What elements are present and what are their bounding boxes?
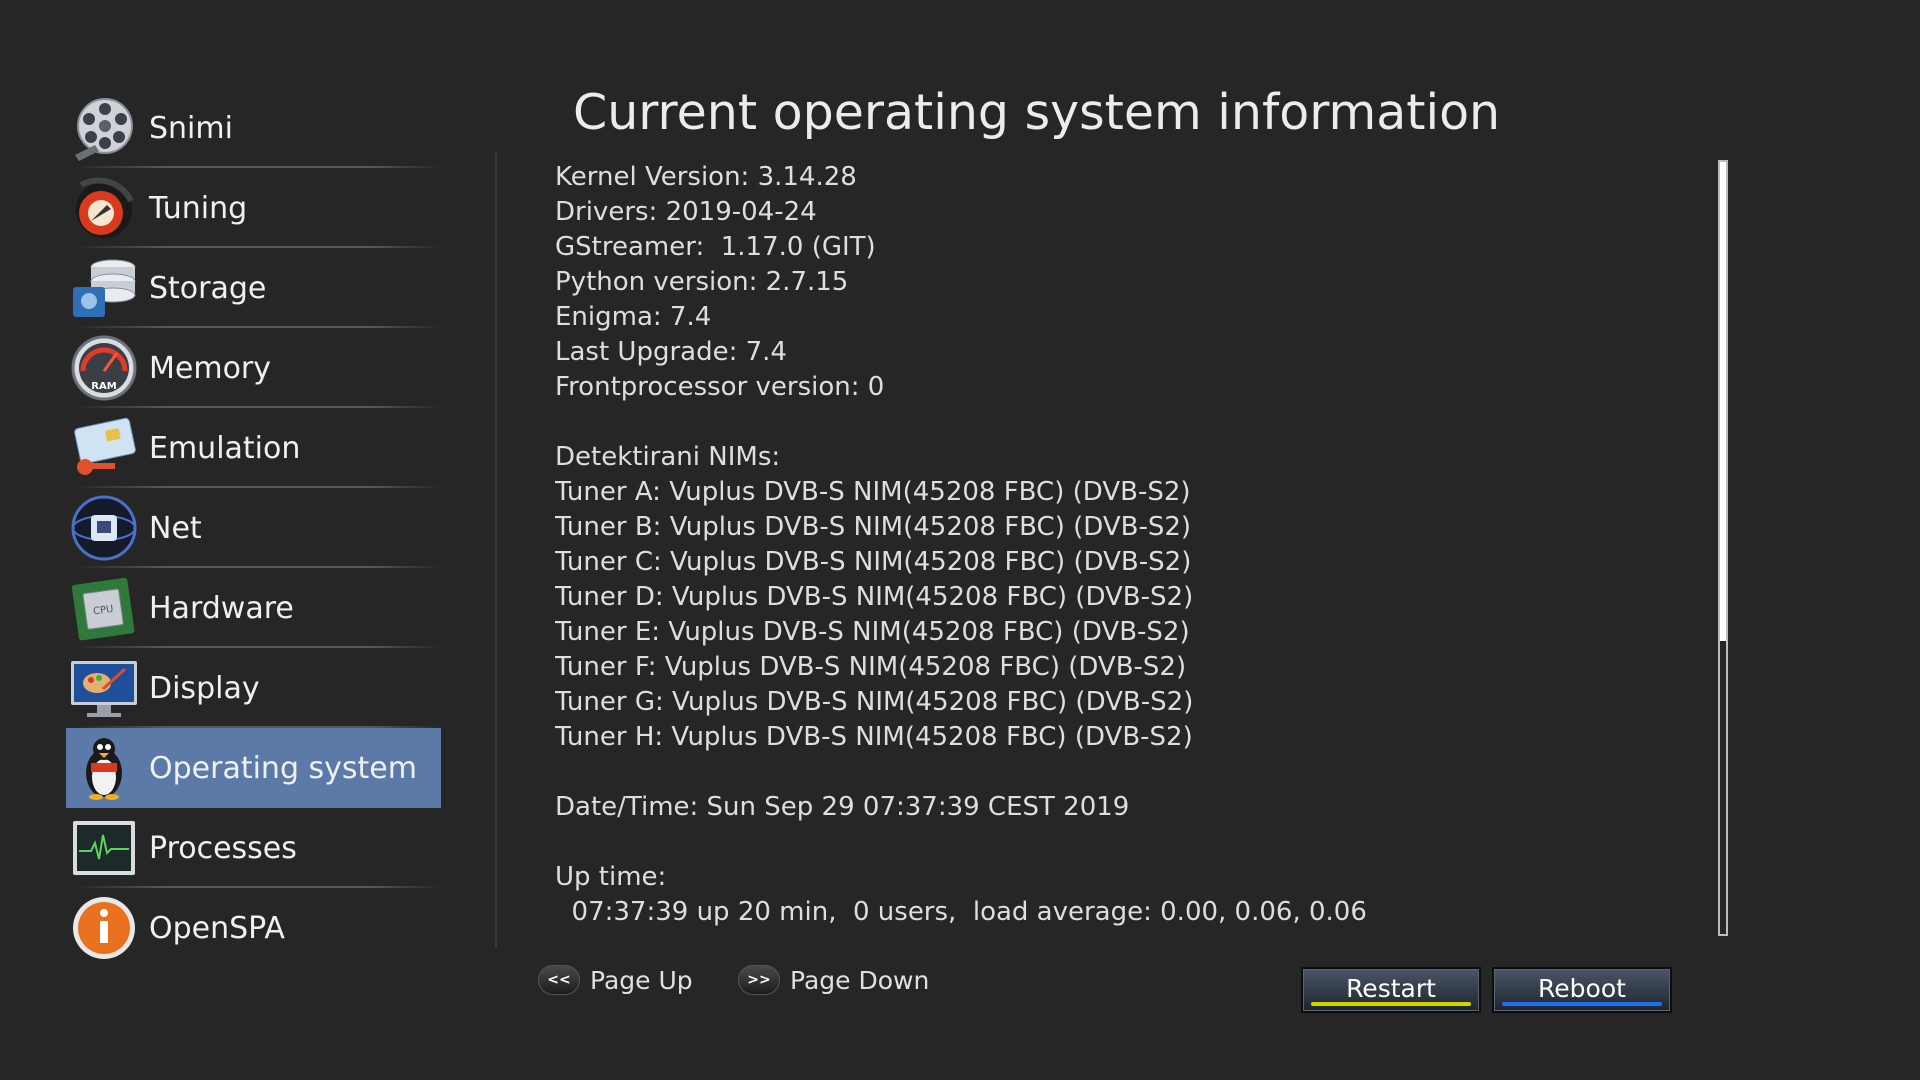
sidebar-item-snimi[interactable]: Snimi <box>66 88 441 168</box>
info-line: Date/Time: Sun Sep 29 07:37:39 CEST 2019 <box>555 792 1130 822</box>
film-reel-icon <box>68 92 140 164</box>
monitor-palette-icon <box>68 652 140 724</box>
info-line: GStreamer: 1.17.0 (GIT) <box>555 232 876 262</box>
sidebar-item-display[interactable]: Display <box>66 648 441 728</box>
sidebar-item-label: Tuning <box>149 190 248 226</box>
sidebar-item-label: Processes <box>149 830 297 866</box>
sidebar-item-hardware[interactable]: CPU Hardware <box>66 568 441 648</box>
sidebar-divider <box>495 152 497 947</box>
os-info-text: Kernel Version: 3.14.28 Drivers: 2019-04… <box>555 160 1695 935</box>
cpu-chip-icon: CPU <box>68 572 140 644</box>
restart-button[interactable]: Restart <box>1301 967 1481 1013</box>
scrollbar[interactable] <box>1718 160 1728 936</box>
info-line: Detektirani NIMs: <box>555 442 781 472</box>
hard-drive-icon <box>68 252 140 324</box>
info-line: Drivers: 2019-04-24 <box>555 197 817 227</box>
info-line: Tuner G: Vuplus DVB-S NIM(45208 FBC) (DV… <box>555 687 1194 717</box>
sidebar-item-processes[interactable]: Processes <box>66 808 441 888</box>
info-line: Python version: 2.7.15 <box>555 267 849 297</box>
sidebar-item-label: Memory <box>149 350 272 386</box>
fast-forward-key-icon: >> <box>738 965 780 995</box>
sidebar-item-label: Hardware <box>149 590 294 626</box>
reboot-label: Reboot <box>1538 973 1626 1003</box>
restart-label: Restart <box>1346 973 1436 1003</box>
smartcard-key-icon <box>68 412 140 484</box>
page-up-label: Page Up <box>590 965 693 995</box>
info-line: Tuner B: Vuplus DVB-S NIM(45208 FBC) (DV… <box>555 512 1192 542</box>
sidebar-item-memory[interactable]: RAM Memory <box>66 328 441 408</box>
scrollbar-thumb[interactable] <box>1720 162 1726 641</box>
activity-monitor-icon <box>68 812 140 884</box>
info-line: Tuner D: Vuplus DVB-S NIM(45208 FBC) (DV… <box>555 582 1194 612</box>
yellow-key-indicator <box>1311 1002 1471 1006</box>
svg-text:RAM: RAM <box>91 381 116 392</box>
info-line: Tuner C: Vuplus DVB-S NIM(45208 FBC) (DV… <box>555 547 1192 577</box>
info-line: Tuner F: Vuplus DVB-S NIM(45208 FBC) (DV… <box>555 652 1187 682</box>
page-up-control[interactable]: << Page Up <box>538 965 693 995</box>
sidebar-item-tuning[interactable]: Tuning <box>66 168 441 248</box>
sidebar-item-operating-system[interactable]: Operating system <box>66 728 441 808</box>
info-line: Kernel Version: 3.14.28 <box>555 162 857 192</box>
info-line: Tuner E: Vuplus DVB-S NIM(45208 FBC) (DV… <box>555 617 1190 647</box>
info-line: Last Upgrade: 7.4 <box>555 337 787 367</box>
info-icon <box>68 892 140 964</box>
info-line: Up time: <box>555 862 667 892</box>
sidebar-item-label: Operating system <box>149 750 417 786</box>
page-down-control[interactable]: >> Page Down <box>738 965 929 995</box>
info-line: Enigma: 7.4 <box>555 302 712 332</box>
info-line: 07:37:39 up 20 min, 0 users, load averag… <box>555 897 1367 927</box>
sidebar-item-label: Net <box>149 510 202 546</box>
page-title: Current operating system information <box>573 84 1501 141</box>
sidebar-item-storage[interactable]: Storage <box>66 248 441 328</box>
rewind-key-icon: << <box>538 965 580 995</box>
blue-key-indicator <box>1502 1002 1662 1006</box>
os-info-screen: Snimi Tuning Storage RAM Memory Emulatio… <box>0 0 1920 1080</box>
satellite-dish-icon <box>68 172 140 244</box>
ram-gauge-icon: RAM <box>68 332 140 404</box>
sidebar-item-label: Storage <box>149 270 267 306</box>
sidebar-item-emulation[interactable]: Emulation <box>66 408 441 488</box>
sidebar-item-net[interactable]: Net <box>66 488 441 568</box>
info-line: Tuner A: Vuplus DVB-S NIM(45208 FBC) (DV… <box>555 477 1191 507</box>
info-line: Tuner H: Vuplus DVB-S NIM(45208 FBC) (DV… <box>555 722 1193 752</box>
info-line <box>555 825 1695 860</box>
sidebar-menu: Snimi Tuning Storage RAM Memory Emulatio… <box>66 88 441 968</box>
page-down-label: Page Down <box>790 965 930 995</box>
info-line: Frontprocessor version: 0 <box>555 372 885 402</box>
sidebar-item-openspa[interactable]: OpenSPA <box>66 888 441 968</box>
network-globe-icon <box>68 492 140 564</box>
reboot-button[interactable]: Reboot <box>1492 967 1672 1013</box>
info-line <box>555 405 1695 440</box>
penguin-icon <box>68 732 140 804</box>
info-line <box>555 755 1695 790</box>
sidebar-item-label: Emulation <box>149 430 301 466</box>
sidebar-item-label: Display <box>149 670 260 706</box>
sidebar-item-label: Snimi <box>149 110 233 146</box>
sidebar-item-label: OpenSPA <box>149 910 285 946</box>
